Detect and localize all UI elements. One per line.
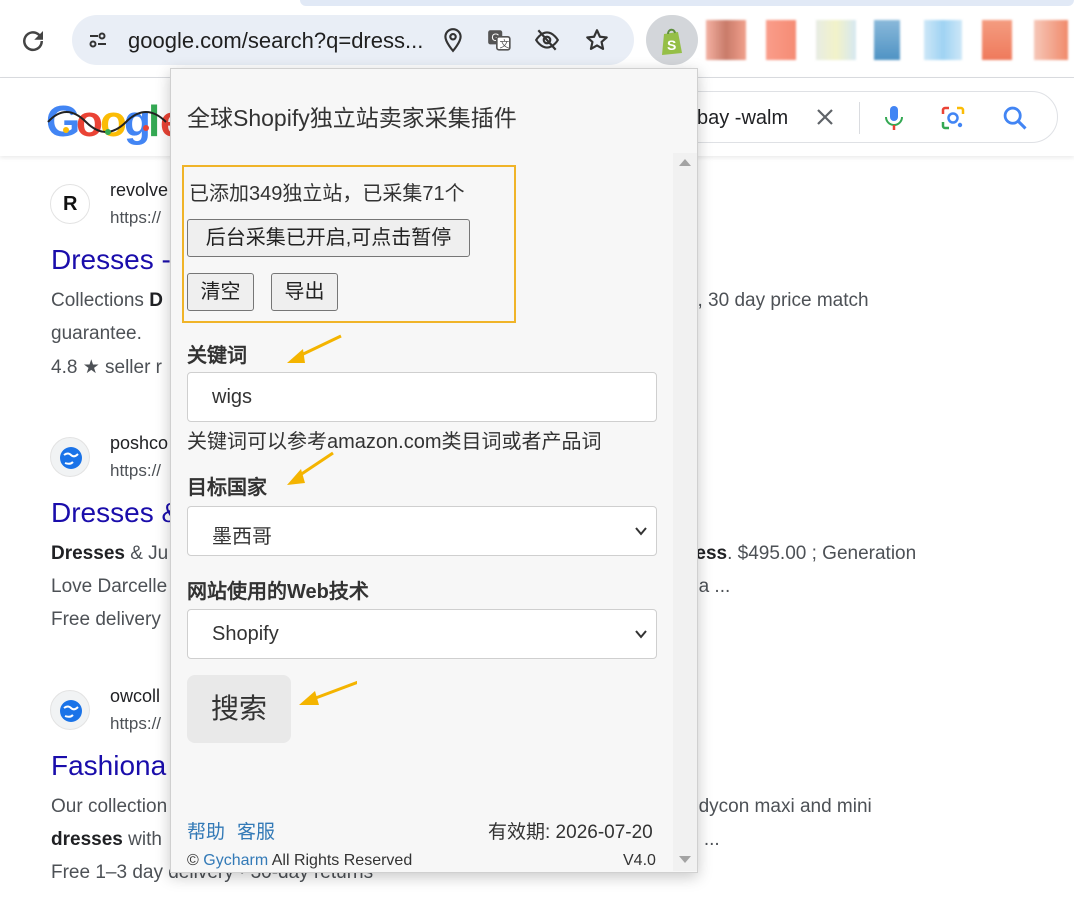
search-button[interactable]: 搜索 xyxy=(187,675,291,743)
web-tech-select[interactable]: Shopify xyxy=(187,609,657,659)
result-snippet: dresses with xyxy=(51,829,162,850)
result-delivery: Free delivery xyxy=(51,609,161,630)
tab-strip xyxy=(300,0,1074,6)
clear-button[interactable]: 清空 xyxy=(187,273,254,311)
pinned-extension-icon[interactable] xyxy=(1034,20,1068,60)
result-snippet: Collections D xyxy=(51,290,163,311)
scroll-down-arrow-icon[interactable] xyxy=(679,856,691,863)
star-icon[interactable] xyxy=(584,27,610,53)
google-search-query[interactable]: bay -walm xyxy=(697,107,788,130)
arrow-annotation xyxy=(287,334,342,363)
result-snippet: guarantee. xyxy=(51,323,142,344)
pinned-extension-icon[interactable] xyxy=(874,20,900,60)
reload-icon[interactable] xyxy=(18,26,48,56)
collection-status-panel: 已添加349独立站，已采集71个 后台采集已开启,可点击暂停 清空 导出 xyxy=(182,165,516,323)
chevron-down-icon xyxy=(635,527,647,536)
keyword-input[interactable]: wigs xyxy=(187,372,657,422)
result-site-name[interactable]: poshco xyxy=(110,433,168,454)
result-snippet: odycon maxi and mini xyxy=(688,796,872,817)
result-site-name[interactable]: revolve xyxy=(110,180,168,201)
shopify-extension-icon: S xyxy=(662,28,682,55)
google-lens-icon[interactable] xyxy=(939,104,967,132)
svg-text:S: S xyxy=(667,37,676,53)
pinned-extension-icon[interactable] xyxy=(706,20,746,60)
gycharm-link[interactable]: Gycharm xyxy=(203,852,268,869)
copyright: © Gycharm All Rights Reserved xyxy=(187,852,413,869)
result-url[interactable]: https:// xyxy=(110,208,161,228)
help-link[interactable]: 帮助 xyxy=(187,817,225,844)
keyword-label: 关键词 xyxy=(187,345,247,367)
result-snippet: s, 30 day price match xyxy=(688,290,869,311)
google-doodle[interactable]: G o o g l e xyxy=(46,92,184,146)
search-icon[interactable] xyxy=(1001,104,1029,132)
result-favicon: R xyxy=(50,184,90,224)
pinned-extension-icon[interactable] xyxy=(924,20,962,60)
result-favicon xyxy=(50,690,90,730)
pinned-extension-icon[interactable] xyxy=(766,20,796,60)
pinned-extension-icon[interactable] xyxy=(816,20,856,60)
result-title[interactable]: Fashiona xyxy=(51,750,166,782)
location-icon[interactable] xyxy=(440,27,466,53)
scrollbar[interactable] xyxy=(673,153,697,871)
clear-icon[interactable] xyxy=(813,105,837,129)
toggle-collection-button[interactable]: 后台采集已开启,可点击暂停 xyxy=(187,219,470,257)
result-url[interactable]: https:// xyxy=(110,714,161,734)
keyword-hint: 关键词可以参考amazon.com类目词或者产品词 xyxy=(187,431,602,453)
logo-letter: o xyxy=(100,97,127,146)
scroll-up-arrow-icon[interactable] xyxy=(679,159,691,166)
arrow-annotation xyxy=(299,680,357,705)
result-snippet: ress. $495.00 ; Generation xyxy=(688,543,917,564)
export-button[interactable]: 导出 xyxy=(271,273,338,311)
logo-letter: l xyxy=(148,97,160,146)
web-tech-label: 网站使用的Web技术 xyxy=(187,581,369,603)
result-url[interactable]: https:// xyxy=(110,461,161,481)
expiry-date: 有效期: 2026-07-20 xyxy=(488,822,653,843)
logo-letter: g xyxy=(124,97,151,146)
divider xyxy=(859,102,860,134)
site-info-icon[interactable] xyxy=(86,28,110,52)
extension-popup: 全球Shopify独立站卖家采集插件 已添加349独立站，已采集71个 后台采集… xyxy=(170,68,698,873)
result-title[interactable]: Dresses - xyxy=(51,244,171,276)
logo-letter: o xyxy=(76,97,103,146)
svg-text:文: 文 xyxy=(500,38,510,51)
country-label: 目标国家 xyxy=(187,477,267,499)
result-snippet: Dresses & Ju xyxy=(51,543,169,564)
translate-icon[interactable]: G文 xyxy=(486,27,512,53)
address-bar[interactable]: google.com/search?q=dress... G文 xyxy=(72,15,634,65)
pinned-extension-icon[interactable] xyxy=(982,20,1012,60)
result-site-name[interactable]: owcoll xyxy=(110,686,160,707)
url-text[interactable]: google.com/search?q=dress... xyxy=(128,28,423,54)
result-favicon xyxy=(50,437,90,477)
popup-title: 全球Shopify独立站卖家采集插件 xyxy=(187,105,517,131)
result-rating: 4.8 ★ seller r xyxy=(51,357,163,378)
globe-icon xyxy=(60,700,82,722)
microphone-icon[interactable] xyxy=(881,104,907,132)
globe-icon xyxy=(60,447,82,469)
result-title[interactable]: Dresses & xyxy=(51,497,180,529)
eye-off-icon[interactable] xyxy=(534,27,560,53)
result-snippet: Love Darcelle xyxy=(51,576,168,597)
shopify-extension-button[interactable]: S xyxy=(646,15,698,65)
chevron-down-icon xyxy=(635,630,647,639)
arrow-annotation xyxy=(287,451,334,485)
version: V4.0 xyxy=(623,852,656,869)
country-select[interactable]: 墨西哥 xyxy=(187,506,657,556)
customer-service-link[interactable]: 客服 xyxy=(237,817,275,844)
result-snippet: Our collection xyxy=(51,796,168,817)
browser-toolbar: google.com/search?q=dress... G文 S xyxy=(0,0,1074,78)
collection-stats: 已添加349独立站，已采集71个 xyxy=(189,183,465,205)
